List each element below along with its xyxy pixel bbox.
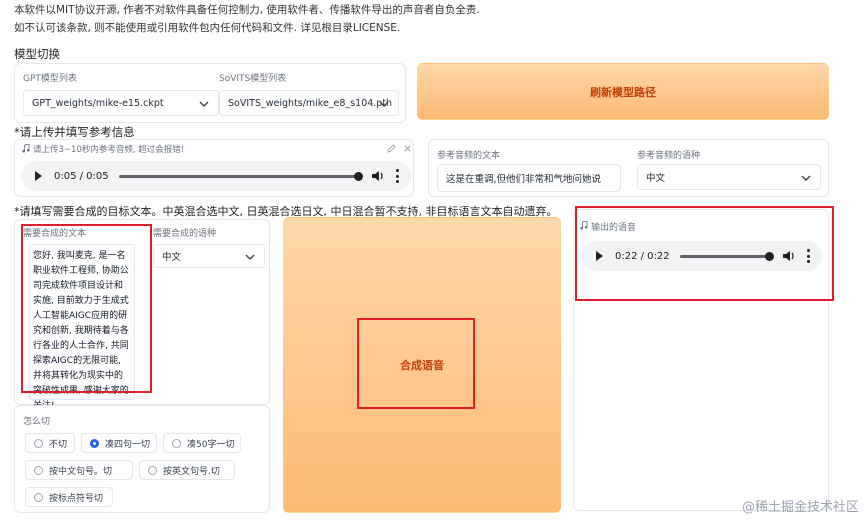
cut-method-panel: 怎么切 不切 凑四句一切 凑50字一切 按中文句号。切 按英文句号.切 按标点符… bbox=[14, 405, 270, 513]
target-text-panel: 需要合成的文本 您好, 我叫麦克, 是一名职业软件工程师, 协助公司完成软件项目… bbox=[14, 219, 270, 411]
output-audio-player[interactable]: 0:22 / 0:22 bbox=[582, 241, 822, 271]
license-notice-line1: 本软件以MIT协议开源, 作者不对软件具备任何控制力, 使用软件者、传播软件导出… bbox=[14, 4, 480, 16]
cut-option-four-sentences[interactable]: 凑四句一切 bbox=[81, 433, 157, 453]
output-audio-label: 输出的语音 bbox=[591, 223, 637, 233]
cut-option-en-period[interactable]: 按英文句号.切 bbox=[139, 460, 235, 480]
chevron-down-icon bbox=[199, 101, 209, 107]
reference-lang-value: 中文 bbox=[646, 173, 666, 184]
model-switch-title: 模型切换 bbox=[14, 47, 60, 61]
refresh-models-button[interactable]: 刷新模型路径 bbox=[417, 63, 829, 120]
reference-audio-time: 0:05 / 0:05 bbox=[54, 170, 109, 182]
play-icon[interactable] bbox=[35, 171, 42, 181]
reference-text-label: 参考音频的文本 bbox=[437, 151, 501, 161]
music-note-icon bbox=[580, 221, 588, 230]
volume-icon[interactable] bbox=[371, 170, 385, 182]
target-lang-label: 需要合成的语种 bbox=[153, 229, 217, 239]
reference-text-value: 这是在重调,但他们非常和气地问她说 bbox=[446, 174, 602, 185]
reference-audio-panel: 请上传3~10秒内参考音频, 超过会报错! 0:05 / 0:05 bbox=[14, 139, 414, 197]
watermark: @稀土掘金技术社区 bbox=[741, 500, 859, 515]
output-audio-seek[interactable] bbox=[679, 251, 774, 261]
music-note-icon bbox=[22, 144, 30, 153]
chevron-down-icon bbox=[801, 175, 811, 181]
reference-audio-player[interactable]: 0:05 / 0:05 bbox=[21, 161, 411, 191]
chevron-down-icon bbox=[379, 101, 389, 107]
more-vertical-icon[interactable] bbox=[806, 249, 810, 263]
synthesize-button[interactable]: 合成语音 bbox=[283, 217, 561, 513]
volume-icon[interactable] bbox=[782, 250, 796, 262]
sovits-model-value: SoVITS_weights/mike_e8_s104.pth bbox=[228, 97, 393, 109]
gpt-model-label: GPT模型列表 bbox=[23, 74, 77, 84]
reference-title: *请上传并填写参考信息 bbox=[14, 125, 135, 139]
pencil-icon[interactable] bbox=[387, 144, 396, 153]
close-icon[interactable] bbox=[403, 144, 412, 153]
license-notice-line2: 如不认可该条款, 则不能使用或引用软件包内任何代码和文件. 详见根目录LICEN… bbox=[14, 22, 401, 34]
target-lang-value: 中文 bbox=[162, 252, 182, 263]
play-icon[interactable] bbox=[596, 251, 603, 261]
reference-text-input[interactable]: 这是在重调,但他们非常和气地问她说 bbox=[437, 164, 621, 192]
more-vertical-icon[interactable] bbox=[395, 169, 399, 183]
gpt-model-select[interactable]: GPT_weights/mike-e15.ckpt bbox=[23, 90, 219, 116]
sovits-model-label: SoVITS模型列表 bbox=[219, 74, 287, 84]
sovits-model-select[interactable]: SoVITS_weights/mike_e8_s104.pth bbox=[219, 90, 399, 116]
target-text-label: 需要合成的文本 bbox=[23, 229, 87, 239]
cut-option-cn-period[interactable]: 按中文句号。切 bbox=[25, 460, 133, 480]
model-select-panel: GPT模型列表 GPT_weights/mike-e15.ckpt SoVITS… bbox=[14, 63, 406, 123]
reference-lang-select[interactable]: 中文 bbox=[637, 164, 821, 190]
cut-option-fifty-chars[interactable]: 凑50字一切 bbox=[163, 433, 241, 453]
target-text-value: 您好, 我叫麦克, 是一名职业软件工程师, 协助公司完成软件项目设计和实施, 目… bbox=[33, 251, 129, 411]
cut-option-punctuation[interactable]: 按标点符号切 bbox=[25, 487, 113, 507]
target-lang-select[interactable]: 中文 bbox=[153, 244, 265, 268]
reference-audio-seek[interactable] bbox=[118, 171, 363, 181]
output-audio-time: 0:22 / 0:22 bbox=[615, 250, 670, 262]
target-text-input[interactable]: 您好, 我叫麦克, 是一名职业软件工程师, 协助公司完成软件项目设计和实施, 目… bbox=[29, 244, 135, 411]
reference-text-panel: 参考音频的文本 这是在重调,但他们非常和气地问她说 参考音频的语种 中文 bbox=[428, 139, 829, 197]
output-audio-panel: 输出的语音 0:22 / 0:22 bbox=[573, 209, 829, 511]
reference-audio-label: 请上传3~10秒内参考音频, 超过会报错! bbox=[33, 145, 185, 155]
reference-lang-label: 参考音频的语种 bbox=[637, 151, 701, 161]
gpt-model-value: GPT_weights/mike-e15.ckpt bbox=[32, 97, 164, 109]
chevron-down-icon bbox=[245, 254, 255, 260]
cut-option-none[interactable]: 不切 bbox=[25, 433, 75, 453]
cut-method-label: 怎么切 bbox=[23, 417, 51, 427]
